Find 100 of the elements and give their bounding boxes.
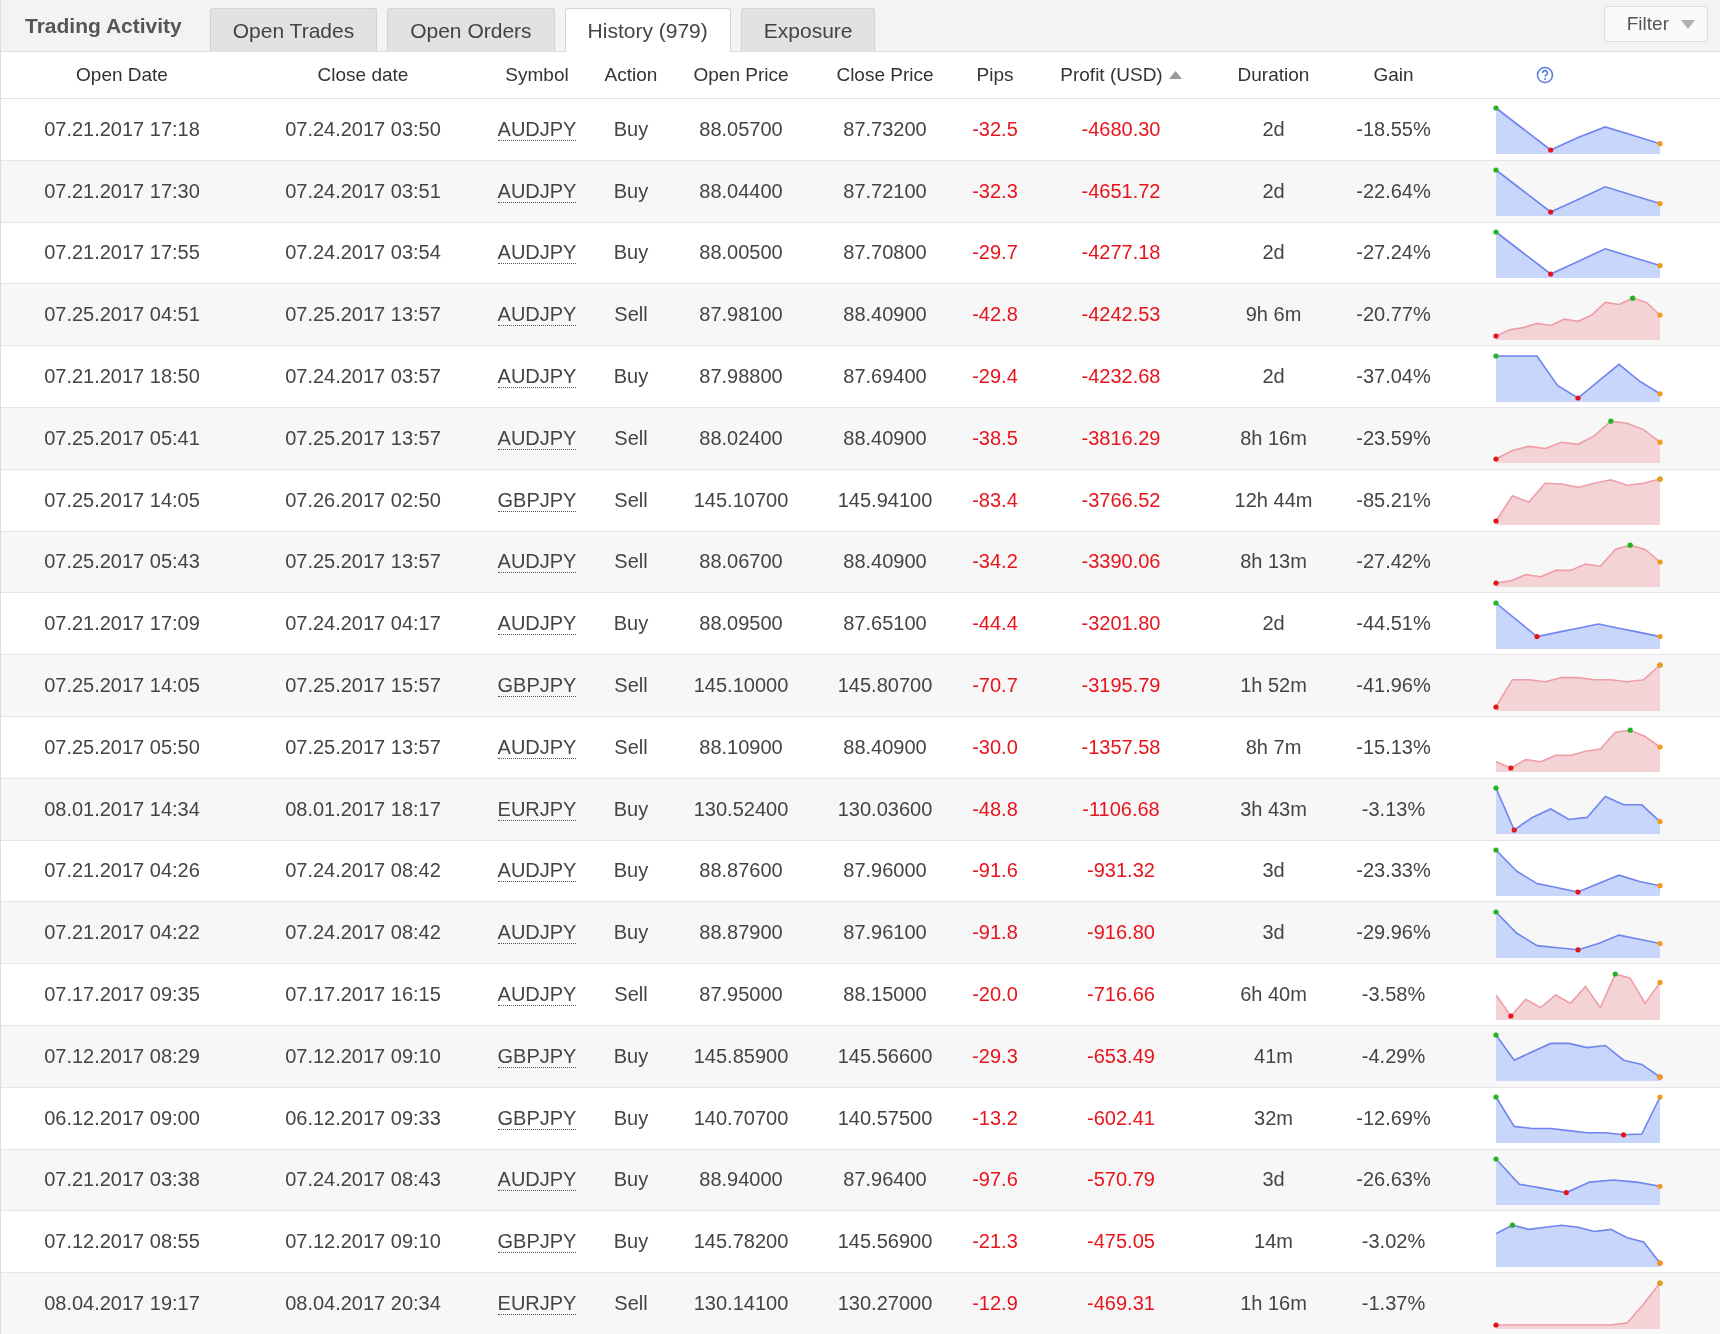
symbol-link[interactable]: AUDJPY	[497, 179, 577, 203]
close-price-cell: 145.80700	[837, 674, 933, 698]
action-cell: Sell	[614, 1292, 648, 1316]
tab[interactable]: Open Orders	[387, 8, 555, 52]
close-date-cell: 07.12.2017 09:10	[285, 1230, 441, 1254]
duration-cell: 9h 6m	[1245, 303, 1302, 327]
profit-cell: -3816.29	[1081, 426, 1161, 450]
open-date-cell: 07.21.2017 17:09	[44, 612, 200, 636]
close-date-cell: 07.24.2017 04:17	[285, 612, 441, 636]
symbol-link[interactable]: GBPJPY	[497, 674, 577, 698]
profit-cell: -1106.68	[1082, 797, 1160, 821]
close-date-cell: 07.25.2017 13:57	[285, 735, 441, 759]
column-header[interactable]: Gain	[1373, 64, 1414, 86]
symbol-link[interactable]: EURJPY	[497, 1292, 577, 1316]
action-cell: Sell	[614, 983, 648, 1007]
symbol-link[interactable]: AUDJPY	[497, 612, 577, 636]
action-cell: Buy	[613, 117, 649, 141]
gain-cell: -3.02%	[1361, 1230, 1426, 1254]
symbol-link[interactable]: AUDJPY	[497, 983, 577, 1007]
column-header[interactable]: Duration	[1237, 64, 1310, 86]
profit-cell: -4680.30	[1081, 117, 1161, 141]
symbol-link[interactable]: GBPJPY	[497, 1106, 577, 1130]
column-header[interactable]: Close date	[317, 64, 409, 86]
open-price-cell: 88.02400	[699, 426, 783, 450]
tab[interactable]: Open Trades	[209, 8, 378, 52]
symbol-link[interactable]: AUDJPY	[497, 1168, 577, 1192]
open-date-cell: 06.12.2017 09:00	[44, 1106, 200, 1130]
open-date-cell: 07.21.2017 18:50	[44, 365, 200, 389]
action-cell: Sell	[614, 488, 648, 512]
open-date-cell: 07.25.2017 05:41	[44, 426, 200, 450]
symbol-link[interactable]: AUDJPY	[497, 921, 577, 945]
pips-cell: -48.8	[972, 797, 1018, 821]
symbol-link[interactable]: AUDJPY	[497, 426, 577, 450]
symbol-link[interactable]: GBPJPY	[497, 1230, 577, 1254]
close-date-cell: 07.17.2017 16:15	[285, 983, 441, 1007]
duration-cell: 3d	[1262, 859, 1285, 883]
column-header[interactable]: Symbol	[505, 64, 569, 86]
open-price-cell: 87.98800	[699, 365, 783, 389]
symbol-link[interactable]: AUDJPY	[497, 365, 577, 389]
gain-cell: -12.69%	[1356, 1106, 1431, 1130]
close-date-cell: 07.26.2017 02:50	[285, 488, 441, 512]
action-cell: Buy	[613, 241, 649, 265]
column-header[interactable]: Open Price	[693, 64, 789, 86]
open-date-cell: 07.21.2017 04:26	[44, 859, 200, 883]
symbol-link[interactable]: GBPJPY	[497, 488, 577, 512]
duration-cell: 14m	[1254, 1230, 1293, 1254]
gain-cell: -29.96%	[1356, 921, 1431, 945]
column-header[interactable]: Action	[604, 64, 658, 86]
close-date-cell: 07.24.2017 03:51	[285, 179, 441, 203]
symbol-link[interactable]: AUDJPY	[497, 859, 577, 883]
column-header[interactable]: Pips	[976, 64, 1014, 86]
symbol-link[interactable]: AUDJPY	[497, 550, 577, 574]
column-header[interactable]: Open Date	[76, 64, 168, 86]
open-date-cell: 07.21.2017 17:55	[44, 241, 200, 265]
help-icon[interactable]	[1536, 66, 1554, 84]
pips-cell: -29.3	[972, 1044, 1018, 1068]
filter-button[interactable]: Filter	[1603, 6, 1708, 42]
duration-cell: 2d	[1262, 179, 1285, 203]
close-price-cell: 88.40900	[843, 426, 927, 450]
tab[interactable]: History (979)	[564, 8, 731, 52]
open-date-cell: 07.21.2017 04:22	[44, 921, 200, 945]
tab[interactable]: Exposure	[740, 8, 876, 52]
gain-cell: -27.24%	[1356, 241, 1431, 265]
close-price-cell: 88.40900	[843, 303, 927, 327]
open-price-cell: 88.94000	[699, 1168, 783, 1192]
duration-cell: 12h 44m	[1234, 488, 1313, 512]
action-cell: Buy	[613, 365, 649, 389]
close-price-cell: 88.40900	[843, 550, 927, 574]
duration-cell: 2d	[1262, 612, 1285, 636]
open-price-cell: 145.85900	[693, 1044, 789, 1068]
gain-cell: -27.42%	[1356, 550, 1431, 574]
close-date-cell: 07.24.2017 08:42	[285, 859, 441, 883]
open-price-cell: 140.70700	[693, 1106, 789, 1130]
duration-cell: 2d	[1262, 241, 1285, 265]
symbol-link[interactable]: EURJPY	[497, 797, 577, 821]
pips-cell: -30.0	[972, 735, 1018, 759]
open-price-cell: 145.10700	[693, 488, 789, 512]
symbol-link[interactable]: GBPJPY	[497, 1044, 577, 1068]
close-price-cell: 87.69400	[843, 365, 927, 389]
action-cell: Buy	[613, 921, 649, 945]
symbol-link[interactable]: AUDJPY	[497, 303, 577, 327]
column-header[interactable]: Close Price	[836, 64, 934, 86]
gain-cell: -41.96%	[1356, 674, 1431, 698]
pips-cell: -44.4	[972, 612, 1018, 636]
close-date-cell: 07.24.2017 03:57	[285, 365, 441, 389]
symbol-link[interactable]: AUDJPY	[497, 735, 577, 759]
profit-cell: -931.32	[1087, 859, 1155, 883]
gain-cell: -44.51%	[1356, 612, 1431, 636]
close-date-cell: 07.24.2017 03:50	[285, 117, 441, 141]
profit-cell: -3195.79	[1081, 674, 1161, 698]
close-price-cell: 87.73200	[843, 117, 927, 141]
profit-cell: -4651.72	[1081, 179, 1161, 203]
pips-cell: -13.2	[972, 1106, 1018, 1130]
profit-cell: -716.66	[1087, 983, 1155, 1007]
symbol-link[interactable]: AUDJPY	[497, 117, 577, 141]
gain-cell: -23.33%	[1356, 859, 1431, 883]
close-price-cell: 87.96100	[843, 921, 927, 945]
column-header[interactable]: Profit (USD)	[1060, 64, 1163, 86]
symbol-link[interactable]: AUDJPY	[497, 241, 577, 265]
duration-cell: 32m	[1254, 1106, 1293, 1130]
